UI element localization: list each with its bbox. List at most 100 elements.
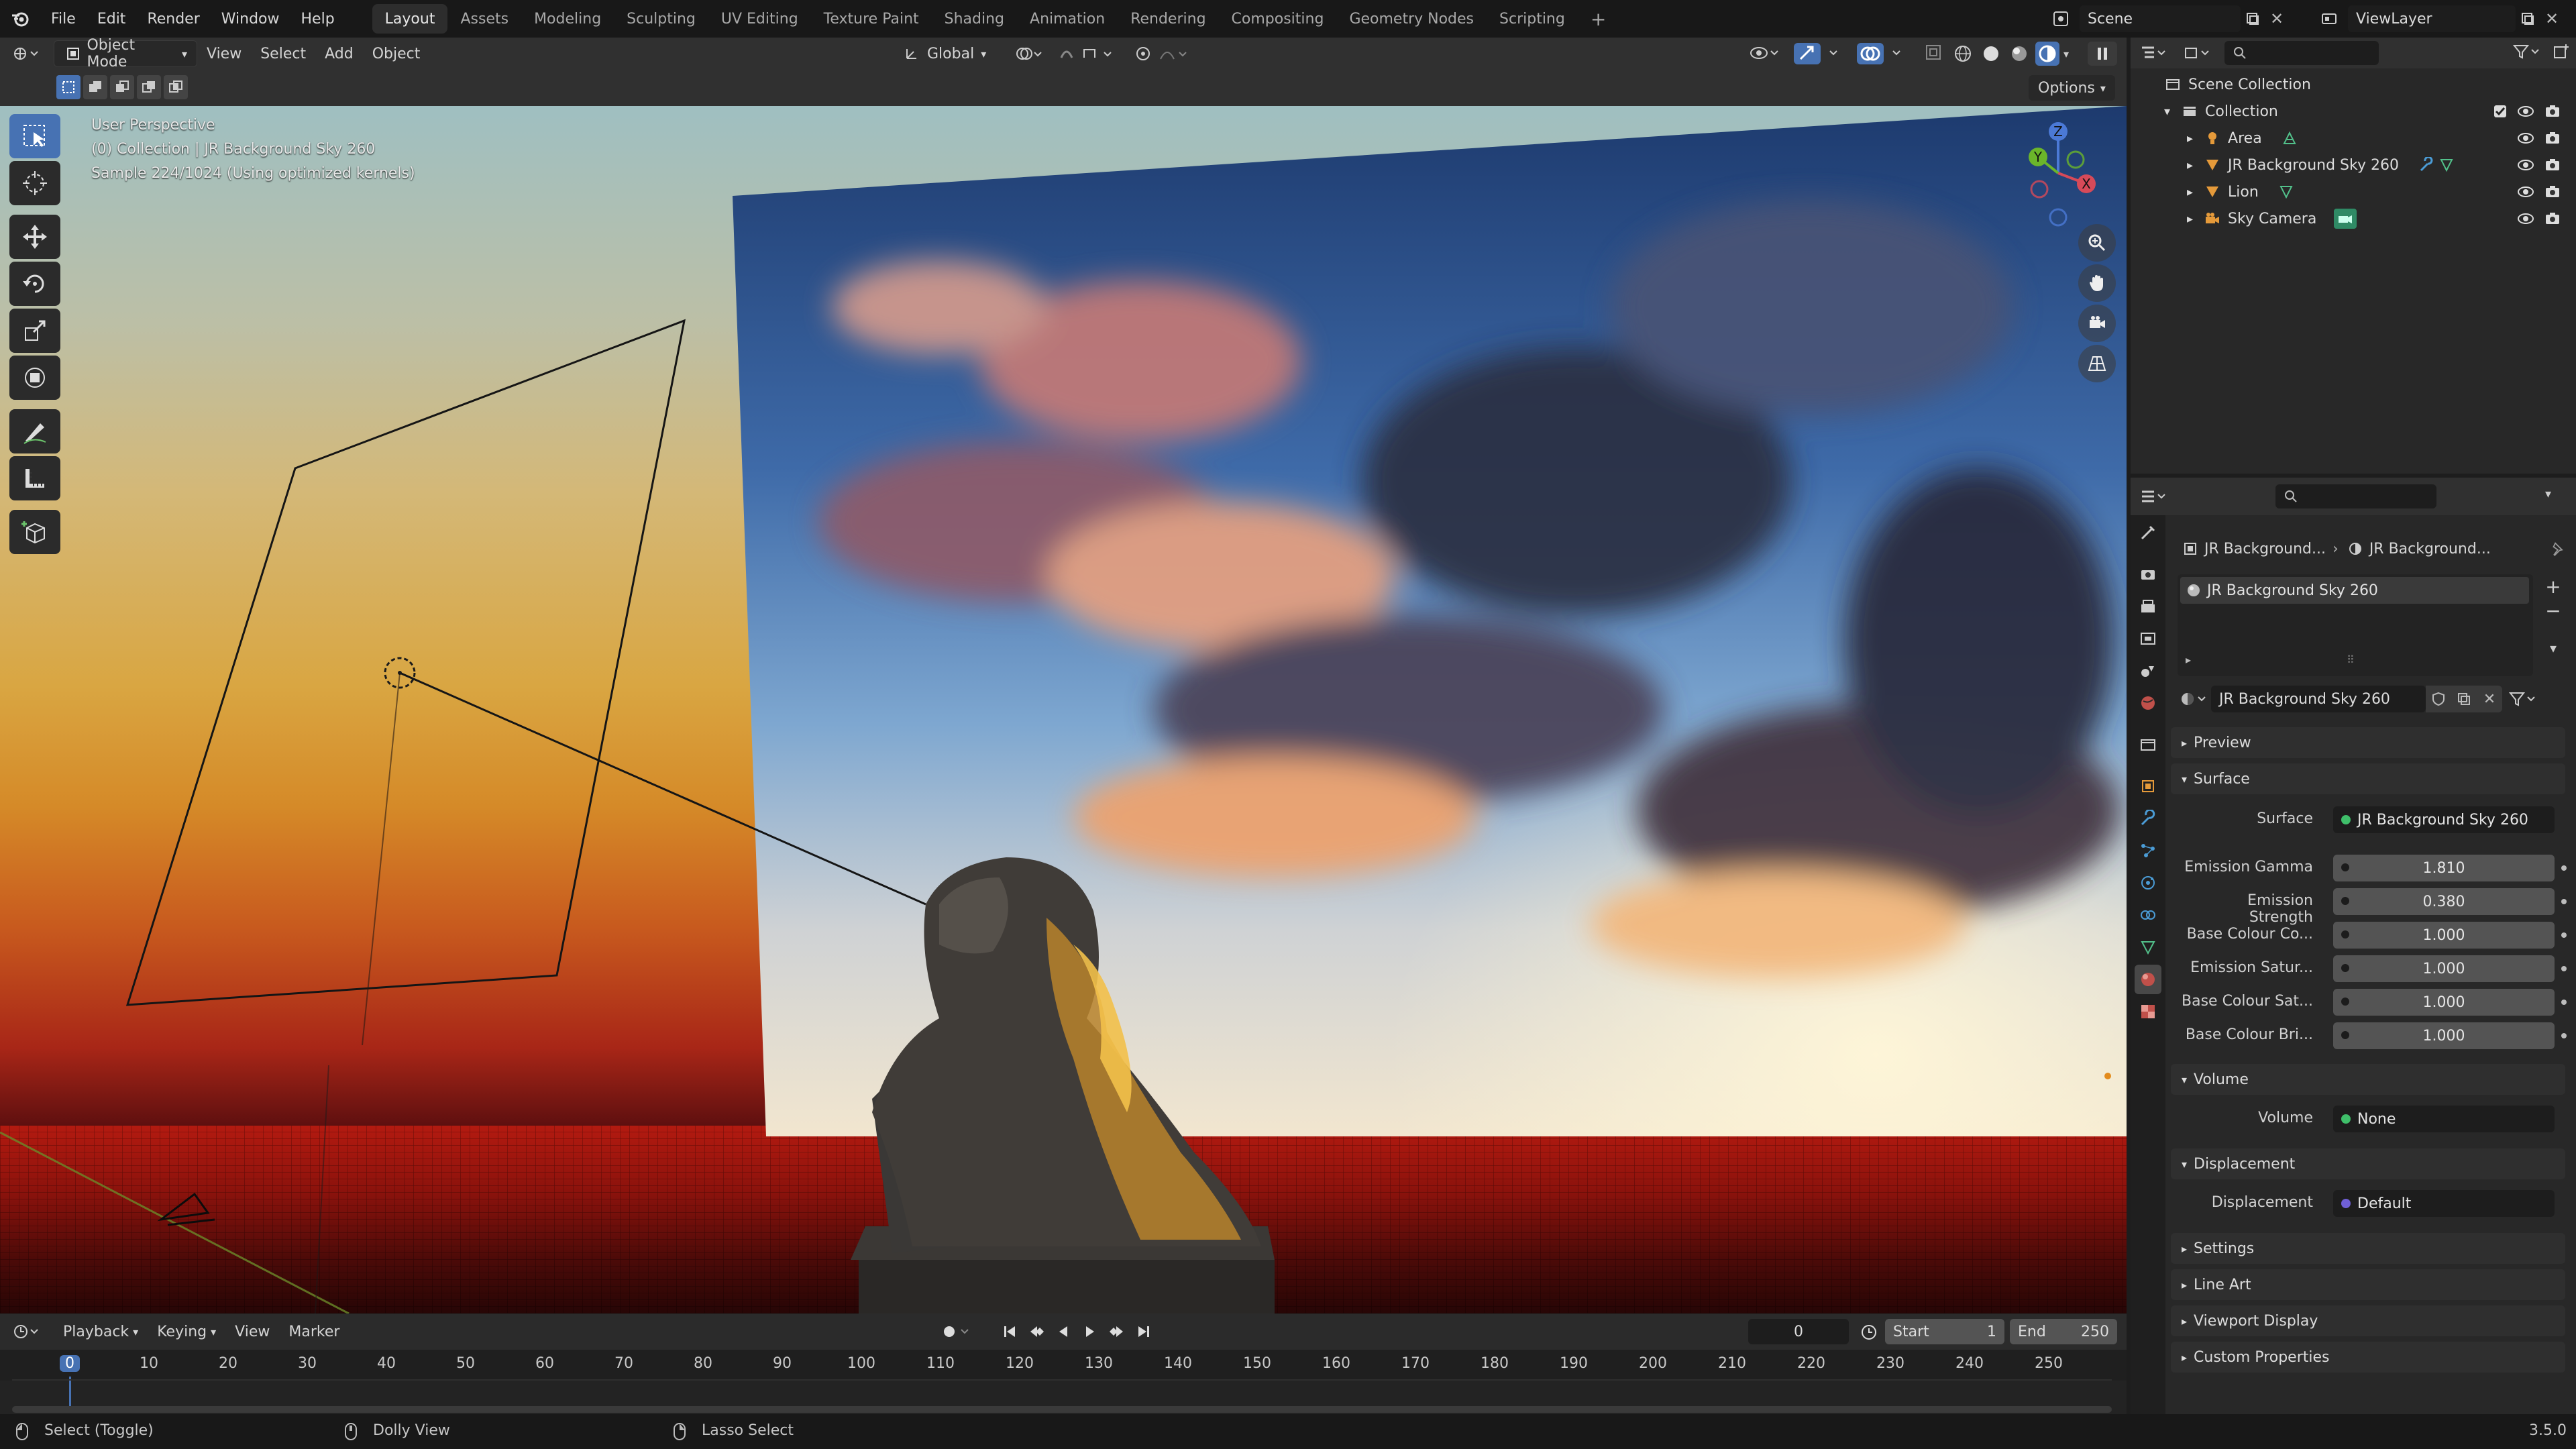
transform-tool[interactable] <box>9 356 60 400</box>
surface-shader-field[interactable]: JR Background Sky 260 <box>2333 806 2555 833</box>
menu-select[interactable]: Select <box>251 40 315 67</box>
menu-playback[interactable]: Playback ▾ <box>54 1318 148 1345</box>
surface-panel-header[interactable]: ▾ Surface <box>2171 763 2565 794</box>
base-colour-brightness-field[interactable]: 1.000 <box>2333 1022 2555 1049</box>
timeline-scrollbar[interactable] <box>12 1406 2112 1413</box>
move-tool[interactable] <box>9 215 60 259</box>
eye-icon[interactable] <box>2516 105 2536 118</box>
gizmo-toggle-icon[interactable] <box>1792 42 1849 66</box>
output-tab-icon[interactable] <box>2135 592 2161 621</box>
select-new-icon[interactable] <box>56 75 80 99</box>
expand-arrow-icon[interactable]: ▸ <box>2186 653 2191 666</box>
keyframe-dot-icon[interactable] <box>2561 1033 2567 1038</box>
scene-icon[interactable] <box>2042 10 2080 28</box>
base-colour-saturation-field[interactable]: 1.000 <box>2333 989 2555 1016</box>
zoom-icon[interactable] <box>2078 224 2116 262</box>
menu-object[interactable]: Object <box>363 40 430 67</box>
add-slot-icon[interactable]: + <box>2541 574 2565 598</box>
render-camera-icon[interactable] <box>2542 158 2563 172</box>
expand-arrow-icon[interactable]: ▸ <box>2187 185 2193 199</box>
collection-row[interactable]: ▾ Collection <box>2131 98 2576 125</box>
tab-compositing[interactable]: Compositing <box>1219 4 1337 34</box>
material-link-dropdown-icon[interactable] <box>2502 690 2542 708</box>
menu-file[interactable]: File <box>40 0 87 38</box>
custom-properties-panel-header[interactable]: ▸ Custom Properties <box>2171 1342 2565 1373</box>
material-shading-icon[interactable] <box>2007 42 2031 66</box>
constraints-tab-icon[interactable] <box>2135 900 2161 930</box>
menu-help[interactable]: Help <box>290 0 345 38</box>
pivot-point-icon[interactable] <box>1010 44 1048 63</box>
jump-start-icon[interactable] <box>997 1320 1022 1343</box>
outliner-item-area[interactable]: ▸ Area <box>2131 125 2576 152</box>
emission-gamma-field[interactable]: 1.810 <box>2333 855 2555 881</box>
browse-material-icon[interactable] <box>2178 690 2211 708</box>
checkbox-icon[interactable] <box>2490 104 2510 119</box>
menu-timeline-view[interactable]: View <box>225 1318 279 1345</box>
tab-sculpting[interactable]: Sculpting <box>614 4 708 34</box>
eye-icon[interactable] <box>2516 212 2536 225</box>
tab-texture-paint[interactable]: Texture Paint <box>811 4 932 34</box>
data-tab-icon[interactable] <box>2135 932 2161 962</box>
tab-geometry-nodes[interactable]: Geometry Nodes <box>1336 4 1487 34</box>
add-workspace-button[interactable]: + <box>1578 4 1619 34</box>
displacement-field[interactable]: Default <box>2333 1190 2555 1217</box>
current-frame-field[interactable]: 0 <box>1748 1319 1849 1344</box>
keyframe-dot-icon[interactable] <box>2561 899 2567 904</box>
outliner-item-background[interactable]: ▸ JR Background Sky 260 <box>2131 152 2576 178</box>
properties-search-input[interactable] <box>2275 484 2436 508</box>
material-slots-list[interactable]: JR Background Sky 260 ▸ ⠿ <box>2178 574 2533 676</box>
select-intersect-icon[interactable] <box>164 75 188 99</box>
add-cube-tool[interactable] <box>9 510 60 554</box>
measure-tool[interactable] <box>9 456 60 500</box>
auto-keying-icon[interactable] <box>936 1320 977 1343</box>
perspective-toggle-icon[interactable] <box>2078 345 2116 382</box>
menu-edit[interactable]: Edit <box>87 0 137 38</box>
render-camera-icon[interactable] <box>2542 131 2563 146</box>
chevron-down-icon[interactable]: ▾ <box>2063 48 2069 60</box>
emission-strength-field[interactable]: 0.380 <box>2333 888 2555 915</box>
expand-arrow-icon[interactable]: ▸ <box>2187 212 2193 226</box>
timeline-editor-type-icon[interactable] <box>0 1313 54 1350</box>
3d-viewport[interactable]: User Perspective (0) Collection | JR Bac… <box>0 106 2127 1313</box>
pin-icon[interactable] <box>2548 541 2568 556</box>
tool-tab-icon[interactable] <box>2135 518 2161 547</box>
end-frame-field[interactable]: End 250 <box>2010 1319 2117 1344</box>
volume-shader-field[interactable]: None <box>2333 1106 2555 1132</box>
modifier-tab-icon[interactable] <box>2135 804 2161 833</box>
select-subtract-icon[interactable] <box>110 75 134 99</box>
playhead-frame-label[interactable]: 0 <box>60 1355 80 1372</box>
tab-animation[interactable]: Animation <box>1017 4 1118 34</box>
remove-slot-icon[interactable]: − <box>2541 598 2565 623</box>
keyframe-dot-icon[interactable] <box>2561 1000 2567 1005</box>
object-tab-icon[interactable] <box>2135 771 2161 801</box>
tab-shading[interactable]: Shading <box>932 4 1017 34</box>
play-icon[interactable] <box>1077 1320 1103 1343</box>
scene-name-field[interactable]: Scene <box>2080 5 2241 32</box>
object-mode-dropdown[interactable]: Object Mode ▾ <box>54 37 197 70</box>
rendered-shading-icon[interactable] <box>2035 42 2059 66</box>
start-frame-field[interactable]: Start 1 <box>1885 1319 2004 1344</box>
outliner-editor-type-icon[interactable] <box>2131 44 2178 62</box>
options-dropdown[interactable]: Options ▾ <box>2029 75 2115 101</box>
play-reverse-icon[interactable] <box>1051 1320 1076 1343</box>
eye-icon[interactable] <box>2516 131 2536 145</box>
close-icon[interactable]: ✕ <box>2265 9 2289 28</box>
new-scene-icon[interactable] <box>2241 11 2265 26</box>
proportional-editing-icon[interactable] <box>1134 44 1194 63</box>
select-extend-icon[interactable] <box>83 75 107 99</box>
material-tab-icon[interactable] <box>2135 965 2161 994</box>
transform-orientation-dropdown[interactable]: Global ▾ <box>892 40 1000 67</box>
texture-tab-icon[interactable] <box>2135 997 2161 1026</box>
menu-render[interactable]: Render <box>136 0 210 38</box>
jump-keyframe-forward-icon[interactable] <box>1104 1320 1130 1343</box>
render-tab-icon[interactable] <box>2135 559 2161 589</box>
rotate-tool[interactable] <box>9 262 60 306</box>
menu-view[interactable]: View <box>197 40 251 67</box>
snap-icon[interactable] <box>1056 44 1123 63</box>
view-layer-tab-icon[interactable] <box>2135 624 2161 653</box>
keyframe-dot-icon[interactable] <box>2561 932 2567 938</box>
scene-tab-icon[interactable] <box>2135 656 2161 686</box>
outliner-search-input[interactable] <box>2224 41 2379 65</box>
preview-panel-header[interactable]: ▸ Preview <box>2171 727 2565 758</box>
annotate-tool[interactable] <box>9 409 60 453</box>
